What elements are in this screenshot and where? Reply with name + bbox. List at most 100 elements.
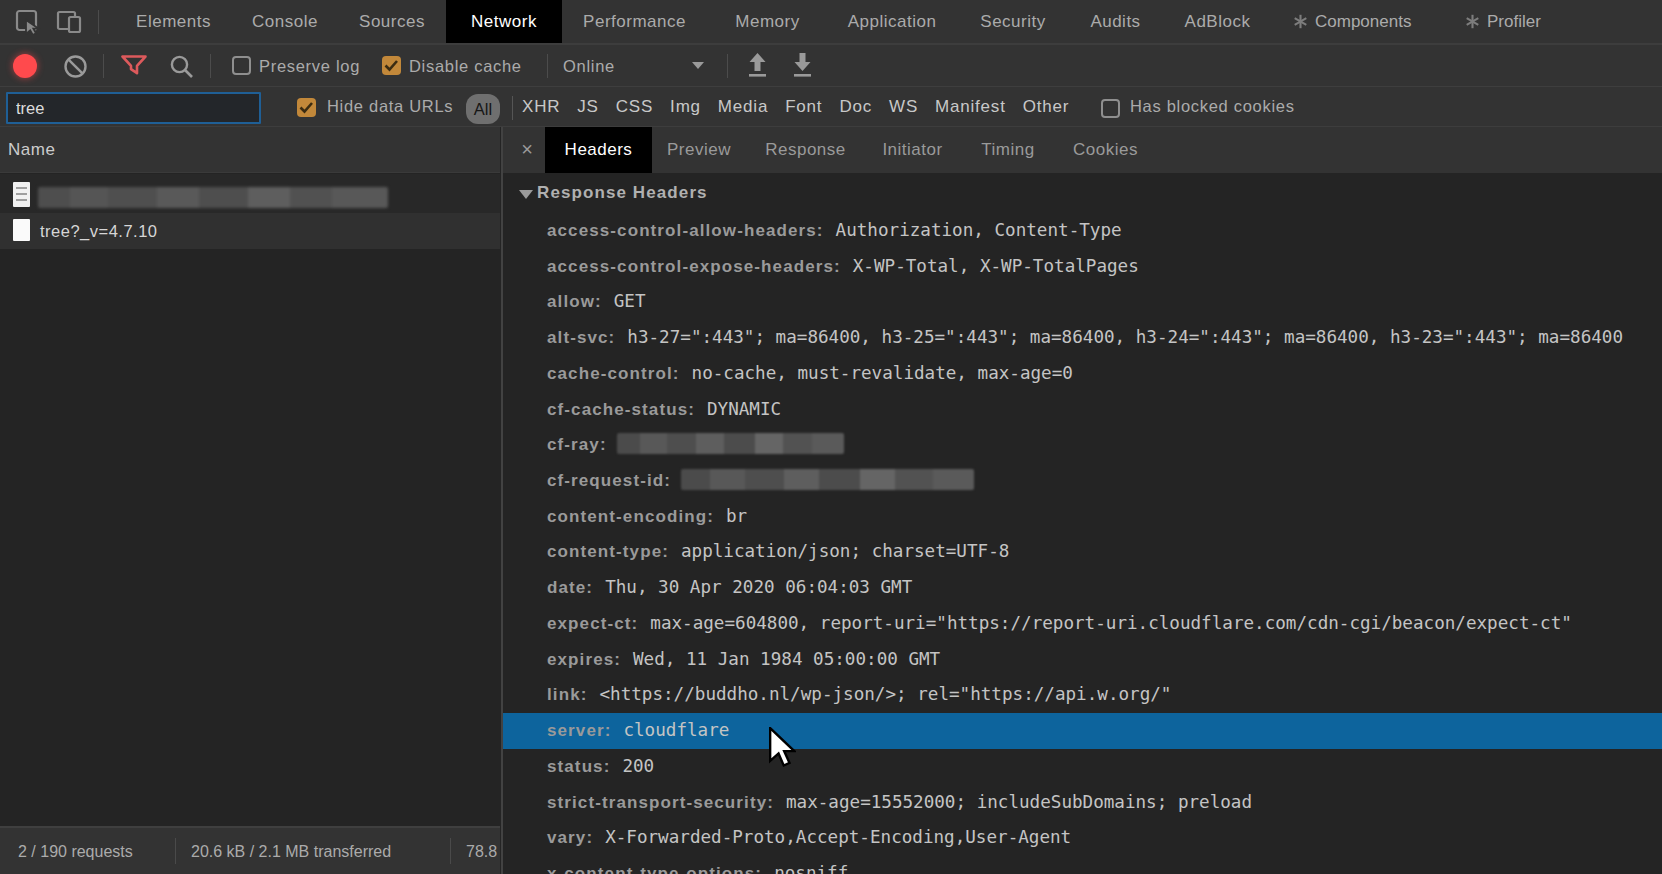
detail-tab-headers[interactable]: Headers [545,127,652,173]
tab-console[interactable]: Console [252,0,318,43]
export-har-icon[interactable] [791,52,814,79]
header-row-strict-transport-security[interactable]: strict-transport-security: max-age=155520… [503,785,1662,821]
preserve-log-checkbox[interactable] [232,56,251,75]
header-row-expect-ct[interactable]: expect-ct:max-age=604800, report-uri="ht… [503,606,1662,642]
header-name: strict-transport-security: [547,793,774,812]
header-name: cf-request-id: [547,471,671,490]
header-row-access-control-allow-headers[interactable]: access-control-allow-headers:Authorizati… [503,213,1662,249]
close-icon[interactable]: × [516,127,538,173]
request-name: tree?_v=4.7.10 [40,213,158,249]
record-button[interactable] [13,54,37,78]
header-row-server[interactable]: server: cloudflare [503,713,1662,749]
filter-type-media[interactable]: Media [718,97,768,117]
search-icon[interactable] [169,54,194,79]
filter-type-list: XHR JS CSS Img Media Font Doc WS Manifest Other [522,87,1069,126]
detail-tab-initiator[interactable]: Initiator [882,127,942,173]
requests-count: 2 / 190 requests [18,842,133,862]
header-value: Authorization, Content-Type [836,220,1122,240]
tab-components[interactable]: Components [1293,0,1411,43]
asterisk-icon [1465,14,1480,29]
document-icon [13,182,30,207]
filter-input[interactable] [6,92,261,124]
header-row-status[interactable]: status:200 [503,749,1662,785]
redacted-request-name [38,187,388,208]
tab-adblock[interactable]: AdBlock [1185,0,1251,43]
header-row-allow[interactable]: allow:GET [503,284,1662,320]
filter-type-css[interactable]: CSS [616,97,653,117]
header-value: max-age=15552000; includeSubDomains; pre… [786,792,1252,812]
detail-tab-timing[interactable]: Timing [981,127,1034,173]
filter-type-img[interactable]: Img [670,97,701,117]
devtools-window: Elements Console Sources Network Performance… [0,0,1662,874]
detail-tab-cookies[interactable]: Cookies [1073,127,1138,173]
filter-type-ws[interactable]: WS [889,97,918,117]
filter-type-other[interactable]: Other [1023,97,1070,117]
header-value: h3-27=":443"; ma=86400, h3-25=":443"; ma… [627,327,1623,347]
filter-type-manifest[interactable]: Manifest [935,97,1006,117]
disable-cache-label: Disable cache [409,56,522,76]
header-row-date[interactable]: date:Thu, 30 Apr 2020 06:04:03 GMT [503,570,1662,606]
request-row-tree[interactable]: tree?_v=4.7.10 [0,213,500,249]
header-row-vary[interactable]: vary:X-Forwarded-Proto,Accept-Encoding,U… [503,820,1662,856]
tab-performance[interactable]: Performance [583,0,686,43]
request-row-redacted[interactable] [0,174,500,213]
header-row-content-type[interactable]: content-type:application/json; charset=U… [503,534,1662,570]
throttling-select[interactable]: Online [563,56,615,76]
header-row-cf-cache-status[interactable]: cf-cache-status:DYNAMIC [503,392,1662,428]
has-blocked-cookies-checkbox[interactable] [1101,99,1120,118]
filter-type-font[interactable]: Font [785,97,822,117]
header-value: 200 [622,756,654,776]
has-blocked-cookies-label: Has blocked cookies [1130,96,1295,116]
file-icon [13,219,30,241]
mouse-cursor [768,727,796,770]
filter-type-doc[interactable]: Doc [839,97,872,117]
header-value: no-cache, must-revalidate, max-age=0 [692,363,1073,383]
header-value: <https://buddho.nl/wp-json/>; rel="https… [599,684,1171,704]
header-row-cf-request-id[interactable]: cf-request-id: [503,463,1662,499]
hide-data-urls-checkbox[interactable] [297,98,316,117]
redacted-header-value [617,433,844,454]
header-row-cf-ray[interactable]: cf-ray: [503,427,1662,463]
tab-security[interactable]: Security [980,0,1045,43]
header-value: X-WP-Total, X-WP-TotalPages [853,256,1139,276]
header-name: server: [547,721,611,740]
section-collapse-icon[interactable] [519,190,533,199]
header-row-alt-svc[interactable]: alt-svc:h3-27=":443"; ma=86400, h3-25=":… [503,320,1662,356]
inspect-element-icon[interactable] [15,9,41,35]
filter-type-js[interactable]: JS [577,97,598,117]
header-row-link[interactable]: link:<https://buddho.nl/wp-json/>; rel="… [503,677,1662,713]
disable-cache-checkbox[interactable] [382,56,401,75]
device-toolbar-icon[interactable] [56,9,83,35]
tab-elements[interactable]: Elements [136,0,211,43]
import-har-icon[interactable] [746,52,769,79]
header-name: x-content-type-options: [547,864,762,874]
name-column-header[interactable]: Name [0,127,500,173]
header-name: content-encoding: [547,507,714,526]
header-name: expires: [547,650,621,669]
header-value: GET [614,291,646,311]
header-row-content-encoding[interactable]: content-encoding:br [503,499,1662,535]
redacted-header-value [681,469,974,490]
tab-memory[interactable]: Memory [735,0,799,43]
header-value: cloudflare [623,720,729,740]
header-row-access-control-expose-headers[interactable]: access-control-expose-headers:X-WP-Total… [503,249,1662,285]
section-title: Response Headers [537,179,708,207]
tab-application[interactable]: Application [848,0,937,43]
header-row-expires[interactable]: expires: Wed, 11 Jan 1984 05:00:00 GMT [503,642,1662,678]
tab-network[interactable]: Network [446,0,562,43]
tab-sources[interactable]: Sources [359,0,425,43]
throttling-caret-icon [692,62,704,69]
header-row-x-content-type-options[interactable]: x-content-type-options:nosniff [503,856,1662,874]
detail-tab-preview[interactable]: Preview [667,127,731,173]
filter-icon[interactable] [121,55,147,76]
preserve-log-label: Preserve log [259,56,360,76]
header-value: Wed, 11 Jan 1984 05:00:00 GMT [633,649,940,669]
header-value: application/json; charset=UTF-8 [681,541,1009,561]
header-row-cache-control[interactable]: cache-control:no-cache, must-revalidate,… [503,356,1662,392]
tab-audits[interactable]: Audits [1090,0,1140,43]
clear-button[interactable] [63,54,88,79]
filter-type-all[interactable]: All [466,94,500,124]
filter-type-xhr[interactable]: XHR [522,97,560,117]
detail-tab-response[interactable]: Response [765,127,846,173]
tab-profiler[interactable]: Profiler [1465,0,1541,43]
